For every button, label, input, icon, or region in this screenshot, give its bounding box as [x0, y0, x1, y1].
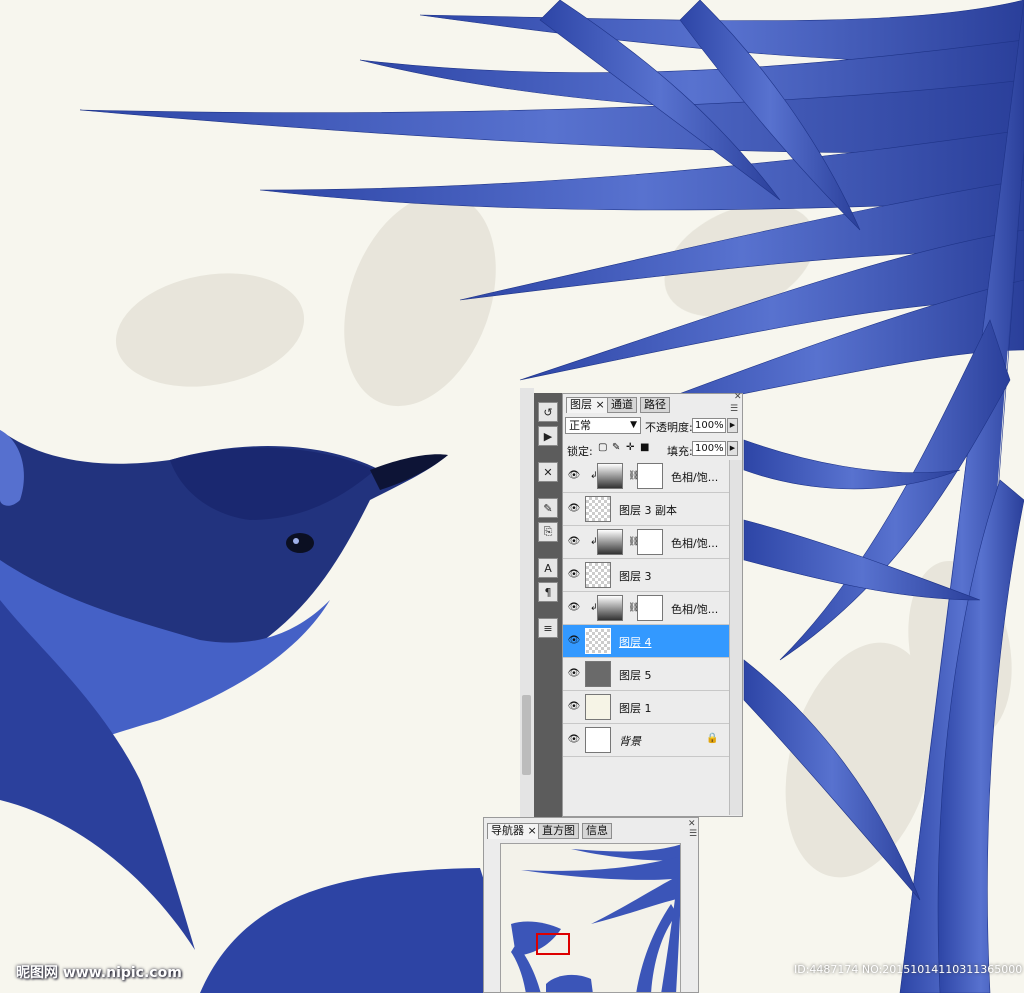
visibility-eye-icon[interactable]: 👁 — [567, 700, 581, 714]
visibility-eye-icon[interactable]: 👁 — [567, 601, 581, 615]
tab-navigator[interactable]: 导航器 × — [487, 823, 541, 839]
lock-icon: 🔒 — [706, 733, 719, 744]
layer-name: 图层 3 副本 — [619, 504, 677, 517]
navigator-view-box[interactable] — [536, 933, 570, 955]
panel-menu-icon[interactable]: ☰ — [730, 404, 738, 414]
layer-list: 👁 ↲ ⛓ 色相/饱... 👁 图层 3 副本 👁 ↲ ⛓ 色相/饱... 👁 … — [563, 460, 729, 760]
actions-icon[interactable]: ▶ — [538, 426, 558, 446]
layer-row[interactable]: 👁 图层 3 副本 — [563, 493, 729, 526]
layer-thumbnail — [585, 727, 611, 753]
clone-source-icon[interactable]: ⎘ — [538, 522, 558, 542]
visibility-eye-icon[interactable]: 👁 — [567, 469, 581, 483]
adjustment-thumbnail — [597, 595, 623, 621]
fill-arrow-button[interactable]: ▶ — [727, 441, 738, 456]
fill-label: 填充: — [667, 445, 693, 458]
layer-name: 色相/饱... — [671, 471, 719, 484]
tab-layers[interactable]: 图层 × — [566, 397, 609, 413]
history-icon[interactable]: ↺ — [538, 402, 558, 422]
visibility-eye-icon[interactable]: 👁 — [567, 502, 581, 516]
layer-thumbnail — [585, 628, 611, 654]
lock-image-icon[interactable]: ✎ — [612, 443, 622, 453]
lock-all-icon[interactable]: ■ — [640, 443, 650, 453]
lock-label: 锁定: — [567, 445, 593, 458]
navigator-thumbnail-artwork — [511, 844, 680, 992]
layer-name: 图层 3 — [619, 570, 652, 583]
visibility-eye-icon[interactable]: 👁 — [567, 634, 581, 648]
lock-transparent-icon[interactable]: ▢ — [598, 443, 608, 453]
tool-presets-icon[interactable]: ✕ — [538, 462, 558, 482]
tab-paths[interactable]: 路径 — [640, 397, 670, 413]
visibility-eye-icon[interactable]: 👁 — [567, 733, 581, 747]
opacity-input[interactable]: 100% — [692, 418, 726, 433]
notes-icon[interactable]: ≡ — [538, 618, 558, 638]
layer-thumbnail — [585, 694, 611, 720]
mask-thumbnail — [637, 595, 663, 621]
tab-channels[interactable]: 通道 — [607, 397, 637, 413]
layer-name: 图层 1 — [619, 702, 652, 715]
layer-thumbnail — [585, 562, 611, 588]
mask-thumbnail — [637, 529, 663, 555]
layer-row[interactable]: 👁 背景 🔒 — [563, 724, 729, 757]
blend-mode-select[interactable]: 正常 ▼ — [565, 417, 641, 434]
paragraph-icon[interactable]: ¶ — [538, 582, 558, 602]
panel-icon-strip — [534, 393, 562, 817]
layer-name: 色相/饱... — [671, 537, 719, 550]
layer-row[interactable]: 👁 图层 3 — [563, 559, 729, 592]
layer-row[interactable]: 👁 ↲ ⛓ 色相/饱... — [563, 592, 729, 625]
chevron-down-icon: ▼ — [630, 420, 637, 430]
layer-row[interactable]: 👁 ↲ ⛓ 色相/饱... — [563, 526, 729, 559]
panel-menu-icon[interactable]: ☰ — [689, 829, 697, 839]
layer-thumbnail — [585, 496, 611, 522]
tab-info[interactable]: 信息 — [582, 823, 612, 839]
layer-name: 图层 5 — [619, 669, 652, 682]
layer-row[interactable]: 👁 图层 5 — [563, 658, 729, 691]
opacity-label: 不透明度: — [645, 421, 693, 434]
layer-thumbnail — [585, 661, 611, 687]
watermark-id: ID:4487174 NO:20151014110311365000 — [794, 963, 1023, 976]
visibility-eye-icon[interactable]: 👁 — [567, 535, 581, 549]
visibility-eye-icon[interactable]: 👁 — [567, 667, 581, 681]
character-icon[interactable]: A — [538, 558, 558, 578]
fill-input[interactable]: 100% — [692, 441, 726, 456]
mask-thumbnail — [637, 463, 663, 489]
layer-name: 背景 — [619, 735, 641, 748]
document-scrollbar-thumb[interactable] — [522, 695, 531, 775]
brushes-icon[interactable]: ✎ — [538, 498, 558, 518]
layers-scrollbar[interactable] — [729, 460, 742, 815]
layer-name: 色相/饱... — [671, 603, 719, 616]
layer-row-selected[interactable]: 👁 图层 4 — [563, 625, 729, 658]
layer-row[interactable]: 👁 图层 1 — [563, 691, 729, 724]
adjustment-thumbnail — [597, 529, 623, 555]
lock-position-icon[interactable]: ✛ — [626, 443, 636, 453]
layer-row[interactable]: 👁 ↲ ⛓ 色相/饱... — [563, 460, 729, 493]
watermark-site: 昵图网 www.nipic.com — [16, 965, 182, 981]
panel-close-icon[interactable]: ✕ — [734, 392, 742, 402]
opacity-arrow-button[interactable]: ▶ — [727, 418, 738, 433]
layer-name: 图层 4 — [619, 636, 652, 649]
panel-close-icon[interactable]: ✕ — [688, 819, 696, 829]
navigator-preview[interactable] — [500, 843, 681, 993]
tab-histogram[interactable]: 直方图 — [538, 823, 579, 839]
document-window — [0, 388, 522, 993]
visibility-eye-icon[interactable]: 👁 — [567, 568, 581, 582]
adjustment-thumbnail — [597, 463, 623, 489]
